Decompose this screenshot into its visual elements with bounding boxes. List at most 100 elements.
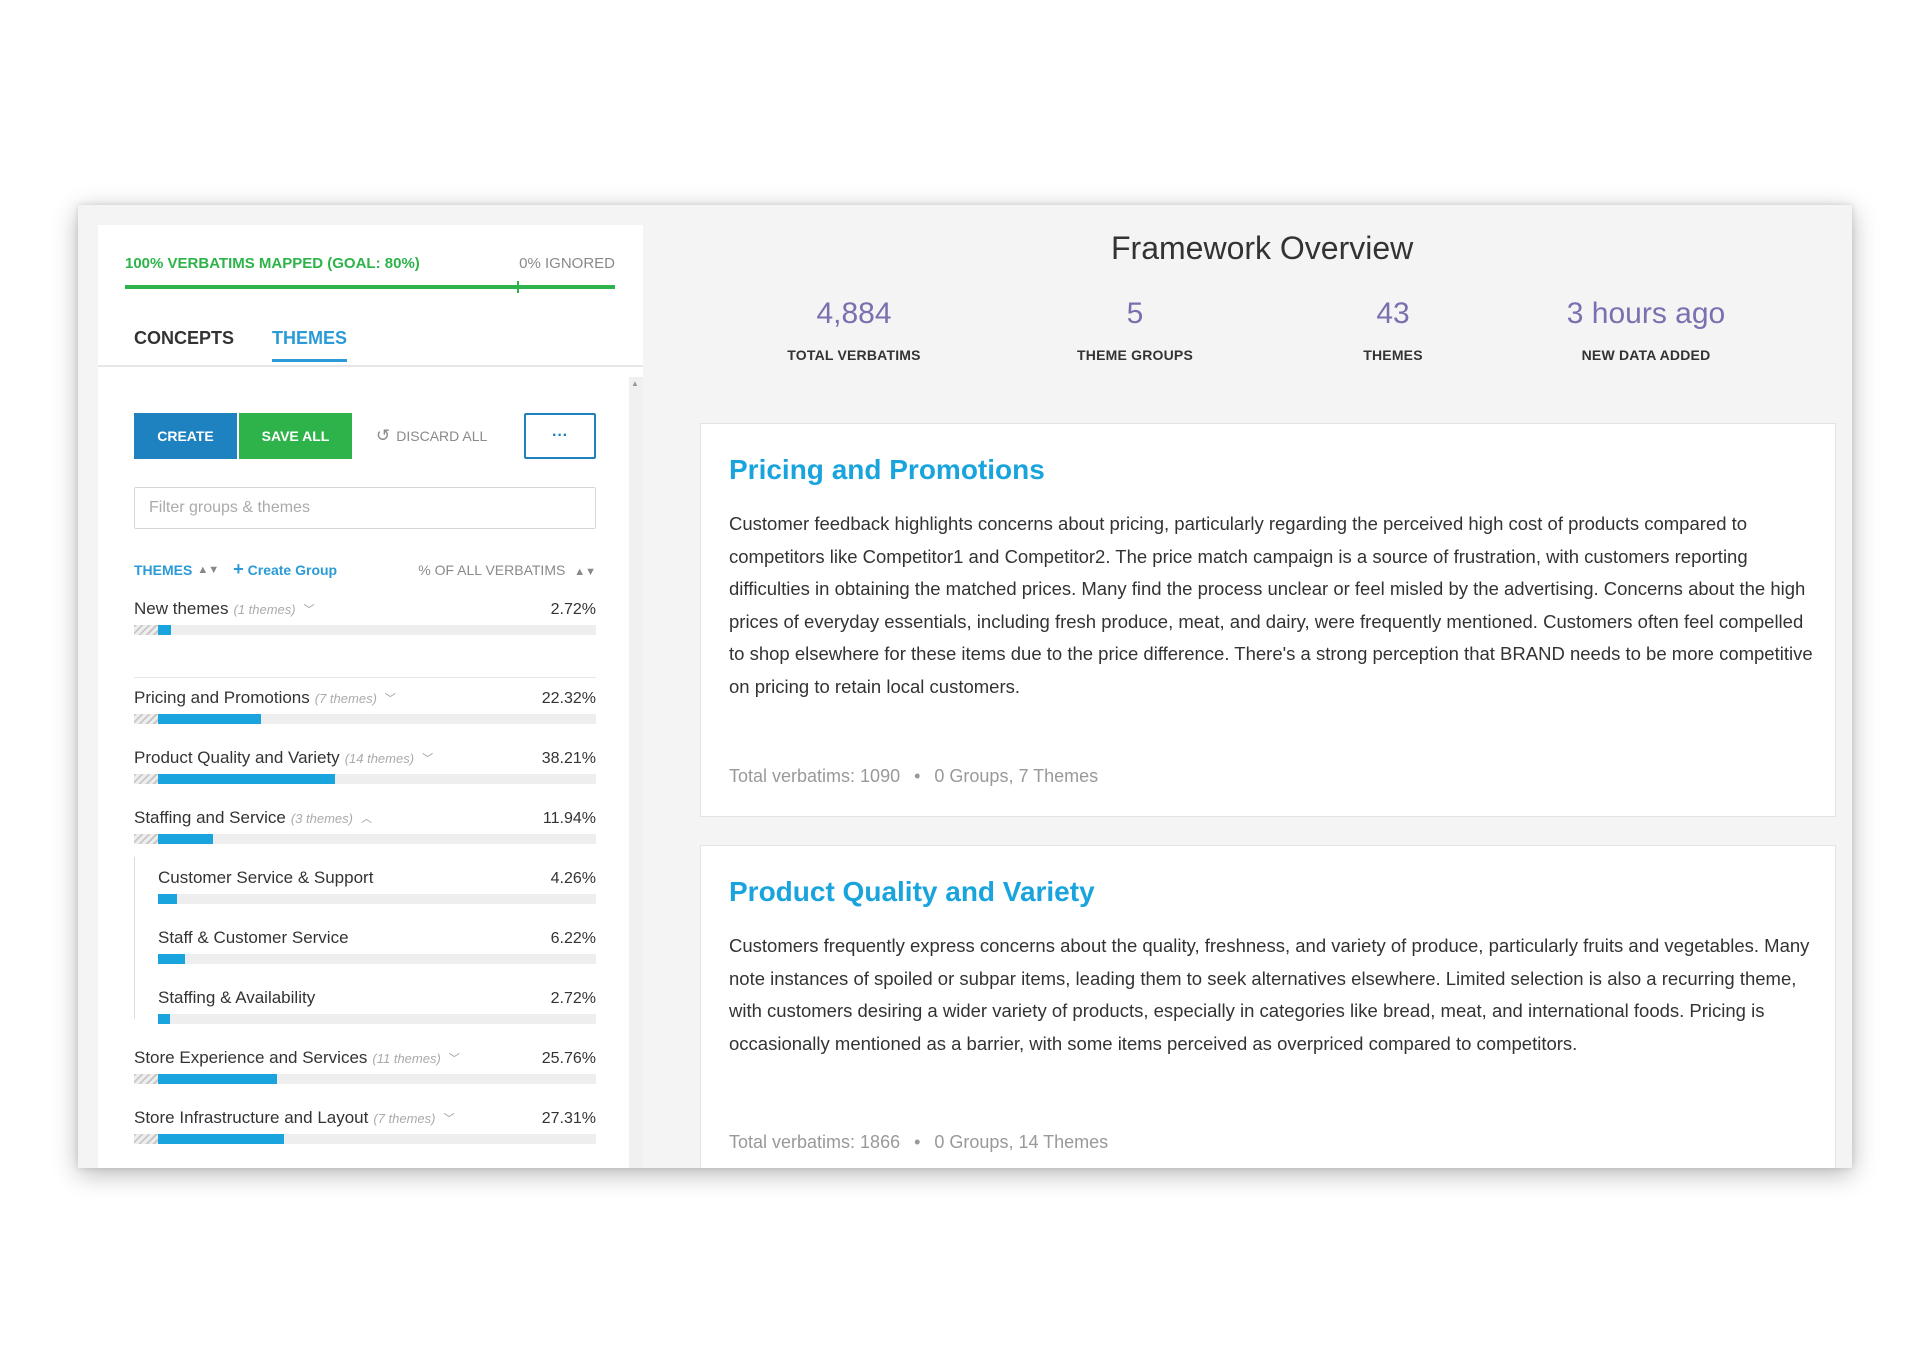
card-groups-themes: 0 Groups, 14 Themes <box>934 1132 1109 1152</box>
create-button[interactable]: CREATE <box>134 413 237 459</box>
tab-themes[interactable]: THEMES <box>272 328 348 362</box>
chevron-down-icon[interactable]: ﹀ <box>304 601 315 617</box>
group-bar-fill <box>158 774 335 784</box>
group-label-wrap: Store Experience and Services (11 themes… <box>134 1048 460 1068</box>
theme-row[interactable]: Customer Service & Support 4.26% <box>158 868 596 918</box>
group-bar-track <box>134 625 596 635</box>
group-bar-track <box>134 1074 596 1084</box>
card-footer: Total verbatims: 1090 • 0 Groups, 7 Themes <box>729 766 1098 787</box>
chevron-down-icon[interactable]: ﹀ <box>449 1050 460 1066</box>
stat-value: 43 <box>1376 297 1410 330</box>
group-label-wrap: Store Infrastructure and Layout (7 theme… <box>134 1108 455 1128</box>
percent-sort-label[interactable]: % OF ALL VERBATIMS ▲▼ <box>418 562 596 578</box>
group-bar-track <box>134 774 596 784</box>
theme-row[interactable]: Staff & Customer Service 6.22% <box>158 928 596 978</box>
chevron-up-icon[interactable]: ︿ <box>361 810 372 826</box>
theme-percent: 6.22% <box>550 930 596 947</box>
stat-label: THEMES <box>1363 347 1423 363</box>
card-title[interactable]: Pricing and Promotions <box>729 454 1045 486</box>
group-bar-fill <box>158 714 262 724</box>
group-label-wrap: Staffing and Service (3 themes) ︿ <box>134 808 372 828</box>
group-percent: 2.72% <box>550 601 596 618</box>
card-total-verbatims: Total verbatims: 1090 <box>729 766 901 786</box>
discard-all-button[interactable]: ↺ DISCARD ALL <box>376 413 506 459</box>
themes-sort-label[interactable]: THEMES <box>134 562 192 578</box>
theme-name: Staffing & Availability <box>158 988 316 1007</box>
group-name: Product Quality and Variety <box>134 748 340 767</box>
group-row[interactable]: Store Experience and Services (11 themes… <box>134 1048 596 1098</box>
save-all-button[interactable]: SAVE ALL <box>239 413 352 459</box>
group-row[interactable]: Pricing and Promotions (7 themes) ﹀ 22.3… <box>134 688 596 738</box>
group-theme-count: (3 themes) <box>290 810 353 826</box>
percent-header-label: % OF ALL VERBATIMS <box>418 561 566 578</box>
theme-group-card: Pricing and Promotions Customer feedback… <box>700 423 1836 817</box>
group-name: Pricing and Promotions <box>134 688 310 707</box>
group-theme-count: (7 themes) <box>373 1110 436 1126</box>
group-percent: 25.76% <box>541 1050 596 1067</box>
goal-marker <box>517 281 519 293</box>
card-summary: Customer feedback highlights concerns ab… <box>729 513 1813 697</box>
child-indent-line <box>134 857 135 1019</box>
card-groups-themes: 0 Groups, 7 Themes <box>934 766 1099 786</box>
bullet-separator: • <box>914 1132 921 1152</box>
card-title[interactable]: Product Quality and Variety <box>729 876 1095 908</box>
stat-label: THEME GROUPS <box>1077 347 1193 363</box>
bullet-separator: • <box>914 766 921 786</box>
ignored-label: 0% IGNORED <box>519 255 615 272</box>
group-bar-fill <box>158 834 214 844</box>
theme-bar-fill <box>158 894 177 904</box>
scroll-up-arrow-icon[interactable]: ▲ <box>631 379 639 388</box>
filter-input[interactable] <box>134 487 596 529</box>
app-window: 100% VERBATIMS MAPPED (GOAL: 80%) 0% IGN… <box>78 205 1852 1168</box>
group-bar-fill <box>158 1074 277 1084</box>
divider <box>134 677 596 678</box>
stat-new-data: 3 hours ago NEW DATA ADDED <box>1536 297 1756 363</box>
stat-value: 5 <box>1126 297 1144 330</box>
group-percent: 11.94% <box>542 810 596 827</box>
card-total-verbatims: Total verbatims: 1866 <box>729 1132 901 1152</box>
group-row[interactable]: Product Quality and Variety (14 themes) … <box>134 748 596 798</box>
chevron-down-icon[interactable]: ﹀ <box>385 690 396 706</box>
hatch-pattern <box>134 1074 158 1084</box>
theme-bar-track <box>158 954 596 964</box>
themes-panel: 100% VERBATIMS MAPPED (GOAL: 80%) 0% IGN… <box>98 225 643 1168</box>
group-row[interactable]: New themes (1 themes) ﹀ 2.72% <box>134 599 596 649</box>
group-row[interactable]: Staffing and Service (3 themes) ︿ 11.94% <box>134 808 596 858</box>
group-theme-count: (11 themes) <box>372 1050 441 1066</box>
more-options-button[interactable]: ··· <box>524 413 596 459</box>
group-label-wrap: New themes (1 themes) ﹀ <box>134 599 315 619</box>
stat-label: NEW DATA ADDED <box>1581 347 1711 363</box>
mapping-status: 100% VERBATIMS MAPPED (GOAL: 80%) 0% IGN… <box>125 255 615 272</box>
theme-bar-track <box>158 1014 596 1024</box>
theme-bar-fill <box>158 954 186 964</box>
chevron-down-icon[interactable]: ﹀ <box>422 750 433 766</box>
chevron-down-icon[interactable]: ﹀ <box>444 1110 455 1126</box>
card-summary: Customers frequently express concerns ab… <box>729 935 1810 1054</box>
group-row[interactable]: Store Infrastructure and Layout (7 theme… <box>134 1108 596 1158</box>
theme-bar-track <box>158 894 596 904</box>
mapped-progress-bar <box>125 285 615 289</box>
plus-icon: + <box>233 559 244 579</box>
stat-themes: 43 THEMES <box>1283 297 1503 363</box>
group-theme-count: (1 themes) <box>233 601 296 617</box>
group-name: Store Experience and Services <box>134 1048 368 1067</box>
page-title: Framework Overview <box>1111 230 1414 266</box>
group-name: Staffing and Service <box>134 808 286 827</box>
undo-icon: ↺ <box>376 426 391 445</box>
create-group-link[interactable]: + Create Group <box>233 559 337 580</box>
sort-icon[interactable]: ▲▼ <box>197 564 219 576</box>
discard-all-label: DISCARD ALL <box>396 428 488 444</box>
group-bar-track <box>134 714 596 724</box>
tab-concepts[interactable]: CONCEPTS <box>134 328 234 359</box>
theme-row[interactable]: Staffing & Availability 2.72% <box>158 988 596 1038</box>
hatch-pattern <box>134 625 158 635</box>
stat-value: 3 hours ago <box>1566 297 1726 330</box>
group-bar-fill <box>158 1134 285 1144</box>
hatch-pattern <box>134 834 158 844</box>
panel-tabs: CONCEPTS THEMES <box>98 315 643 367</box>
theme-percent: 2.72% <box>550 990 596 1007</box>
panel-scrollbar[interactable]: ▲ <box>629 377 643 1168</box>
group-percent: 27.31% <box>541 1110 596 1127</box>
list-header: THEMES ▲▼ + Create Group % OF ALL VERBATI… <box>134 559 596 580</box>
group-label-wrap: Pricing and Promotions (7 themes) ﹀ <box>134 688 396 708</box>
